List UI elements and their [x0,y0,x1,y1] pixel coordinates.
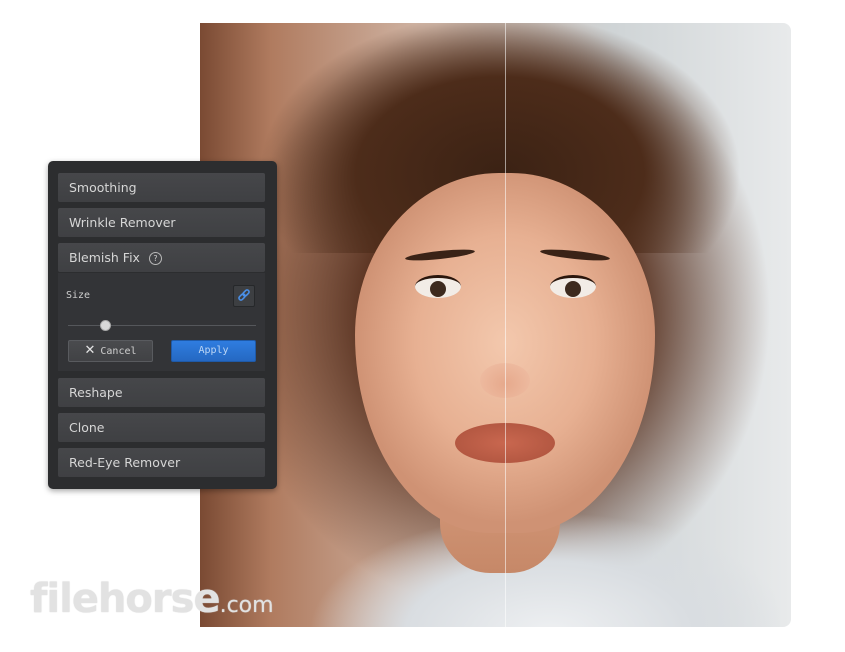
tool-clone-label: Clone [69,420,105,435]
link-icon [238,289,250,301]
tool-smoothing[interactable]: Smoothing [58,173,265,202]
photo-eye-left [415,275,461,298]
cancel-button-label: Cancel [100,346,137,357]
tool-blemish-fix-label: Blemish Fix [69,250,140,265]
close-icon: ✕ [84,343,96,358]
tool-wrinkle-remover[interactable]: Wrinkle Remover [58,208,265,237]
watermark-suffix: .com [219,593,274,618]
tool-wrinkle-remover-label: Wrinkle Remover [69,215,176,230]
tool-reshape[interactable]: Reshape [58,378,265,407]
size-slider-track[interactable] [68,325,256,326]
tool-reshape-label: Reshape [69,385,123,400]
before-after-divider[interactable] [505,23,506,627]
size-label: Size [66,290,91,301]
cancel-button[interactable]: ✕ Cancel [68,340,153,362]
tool-smoothing-label: Smoothing [69,180,137,195]
apply-button[interactable]: Apply [171,340,256,362]
size-slider-handle[interactable] [100,320,112,331]
portrait-photo [200,23,791,627]
tool-clone[interactable]: Clone [58,413,265,442]
watermark-brand: filehorse [30,576,221,622]
tool-red-eye-remover[interactable]: Red-Eye Remover [58,448,265,477]
help-icon[interactable]: ? [148,252,162,265]
tool-red-eye-remover-label: Red-Eye Remover [69,455,181,470]
filehorse-watermark: filehorse.com [30,576,274,622]
photo-eye-right [550,275,596,298]
blemish-fix-options: Size ✕ Cancel Apply [58,273,265,371]
apply-button-label: Apply [198,345,229,356]
retouch-tools-panel: Smoothing Wrinkle Remover Blemish Fix ? … [48,161,277,489]
tool-blemish-fix[interactable]: Blemish Fix ? [58,243,265,272]
link-button[interactable] [233,285,255,307]
